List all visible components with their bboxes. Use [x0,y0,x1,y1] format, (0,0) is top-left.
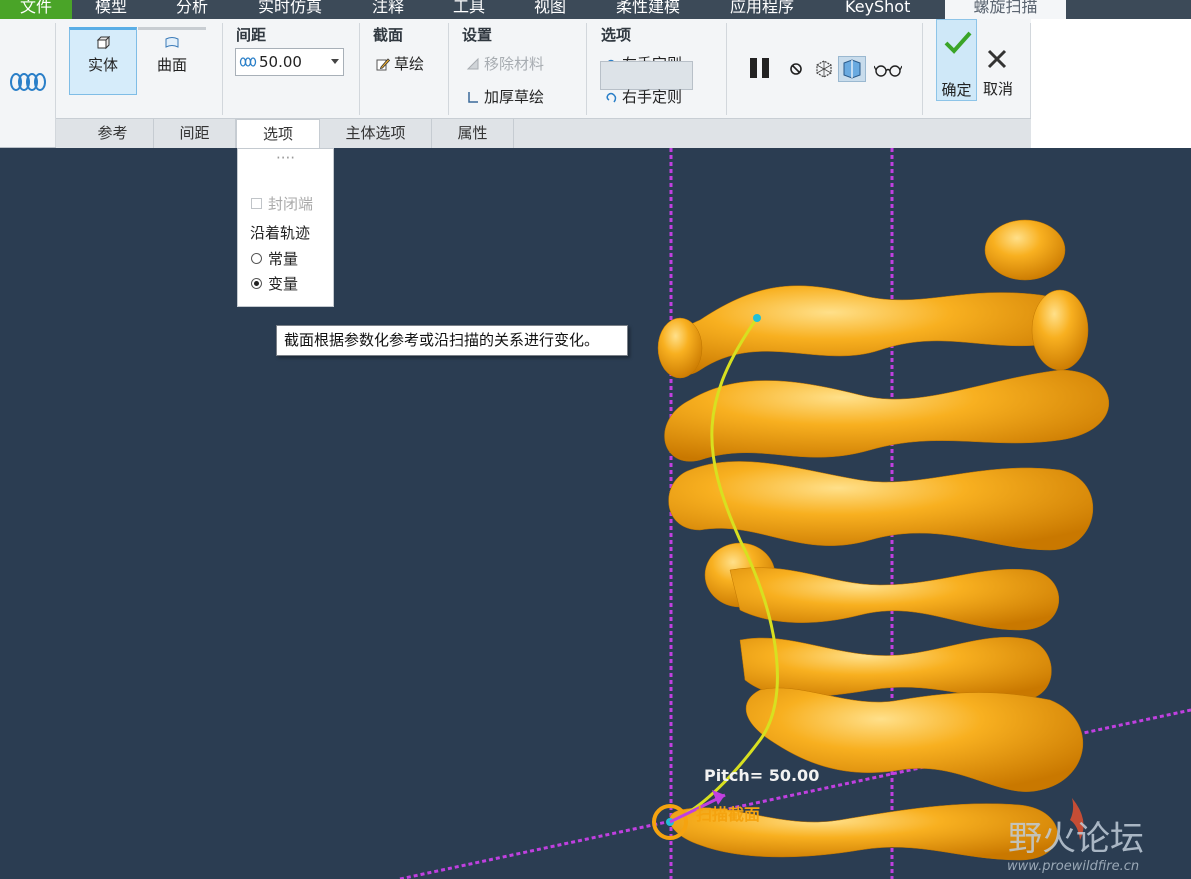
preview-icon[interactable] [813,59,835,79]
group-separator [448,23,449,115]
remove-material-button[interactable]: 移除材料 [466,53,544,74]
pitch-icon [239,57,257,67]
group-separator [726,23,727,115]
options-group-title: 选项 [601,26,632,44]
group-separator [586,23,587,115]
watermark-url: www.proewildfire.cn [1007,859,1139,874]
chevron-down-icon[interactable] [331,59,339,64]
no-preview-icon[interactable] [789,62,803,76]
group-separator [222,23,223,115]
tab-options[interactable]: 选项 [236,119,320,150]
subtab-bar: 参考 间距 选项 主体选项 属性 [56,118,1031,150]
ribbon-empty-area [1031,19,1191,148]
options-panel: ···· 封闭端 沿着轨迹 常量 变量 [237,148,334,307]
along-trajectory-label: 沿着轨迹 [250,224,311,242]
close-icon [987,49,1007,69]
pitch-value-input[interactable]: 50.00 [235,48,344,76]
variable-radio[interactable]: 变量 [251,273,298,294]
sketch-label: 草绘 [394,55,425,73]
cancel-button[interactable]: 取消 [979,19,1017,101]
sweep-section-label[interactable]: 扫描截面 [696,805,760,824]
surface-icon [165,37,179,48]
menu-analysis[interactable]: 分析 [176,0,208,19]
constant-label: 常量 [268,250,299,268]
right-hand-rule-label: 右手定则 [622,88,683,106]
group-separator [359,23,360,115]
verify-icon [843,59,861,79]
panel-ellipsis: ···· [276,149,296,167]
pause-icon[interactable] [749,57,773,79]
pitch-group-title: 间距 [236,26,267,44]
menu-model[interactable]: 模型 [95,0,127,19]
type-solid-label: 实体 [87,56,118,74]
menu-file[interactable]: 文件 [0,0,72,19]
radio-selected-icon [251,278,262,289]
glasses-icon[interactable] [874,62,902,78]
remove-material-label: 移除材料 [484,55,545,73]
verify-mode-button[interactable] [838,56,866,82]
tab-pitch[interactable]: 间距 [154,119,236,148]
right-hand-rule-icon [606,92,617,102]
menu-helical-sweep[interactable]: 螺旋扫描 [945,0,1066,19]
menu-view[interactable]: 视图 [534,0,566,19]
thicken-sketch-button[interactable]: 加厚草绘 [466,86,544,107]
radio-icon [251,253,262,264]
trajectory-endpoint [753,314,761,322]
menu-keyshot[interactable]: KeyShot [845,0,910,19]
type-surface-label: 曲面 [156,56,187,74]
variable-label: 变量 [268,275,299,293]
menu-simulation[interactable]: 实时仿真 [258,0,322,19]
helical-sweep-icon [10,73,46,91]
menu-tools[interactable]: 工具 [453,0,485,19]
solid-icon [96,35,111,50]
menu-bar: 文件 模型 分析 实时仿真 注释 工具 视图 柔性建模 应用程序 KeyShot… [0,0,1191,19]
confirm-label: 确定 [941,81,972,99]
right-hand-rule-content: 右手定则 [604,86,682,107]
sketch-icon [376,57,390,70]
constant-radio[interactable]: 常量 [251,248,298,269]
cap-ends-label: 封闭端 [268,195,314,213]
cancel-label: 取消 [982,80,1013,98]
sketch-button[interactable]: 草绘 [376,53,424,74]
menu-annotate[interactable]: 注释 [372,0,404,19]
tab-references[interactable]: 参考 [72,119,154,148]
thicken-sketch-label: 加厚草绘 [484,88,545,106]
type-surface-button[interactable]: 曲面 [138,27,206,95]
settings-group-title: 设置 [462,26,493,44]
pitch-value: 50.00 [259,53,302,71]
graphics-viewport[interactable]: Pitch= 50.00 扫描截面 野火论坛 www.proewildfire.… [0,148,1191,879]
menu-applications[interactable]: 应用程序 [730,0,794,19]
tooltip: 截面根据参数化参考或沿扫描的关系进行变化。 [276,325,628,356]
tab-body-options[interactable]: 主体选项 [320,119,432,148]
confirm-button[interactable]: 确定 [936,19,977,101]
tab-properties[interactable]: 属性 [432,119,514,148]
checkbox-icon [251,198,262,209]
watermark-title: 野火论坛 [1008,819,1144,859]
checkmark-icon [944,31,972,54]
thicken-icon [468,91,478,103]
menu-flexible-modeling[interactable]: 柔性建模 [616,0,680,19]
group-separator [922,23,923,115]
pitch-dimension-label[interactable]: Pitch= 50.00 [704,766,819,785]
type-solid-button[interactable]: 实体 [69,27,137,95]
remove-material-icon [466,57,479,69]
section-group-title: 截面 [373,26,404,44]
cap-ends-checkbox[interactable]: 封闭端 [251,193,313,214]
